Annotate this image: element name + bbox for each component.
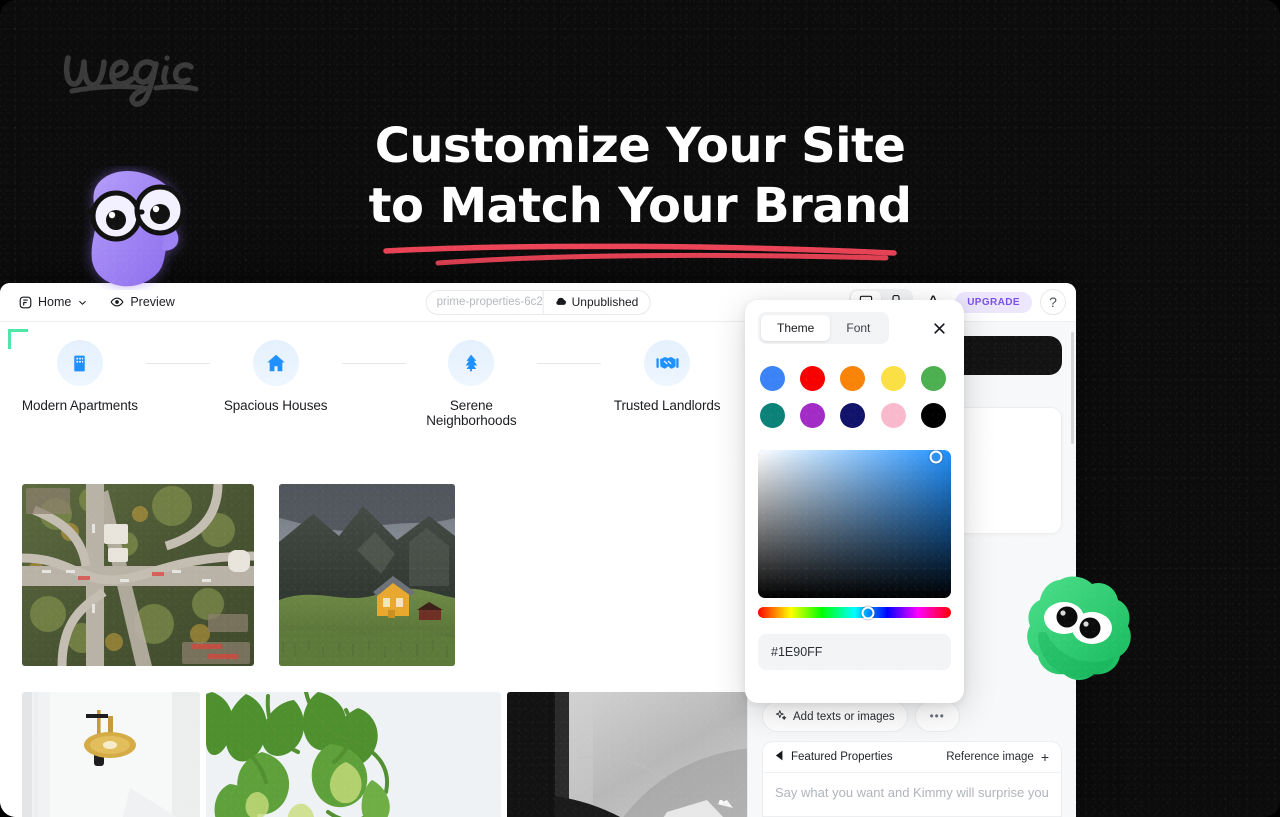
feature-label-2: Serene Neighborhoods <box>426 398 517 428</box>
selection-corner-marker <box>8 329 28 349</box>
feature-item-3[interactable]: Trusted Landlords <box>601 340 733 413</box>
feature-item-1[interactable]: Spacious Houses <box>210 340 342 413</box>
gallery-row-1 <box>0 428 747 666</box>
upgrade-button[interactable]: UPGRADE <box>955 291 1032 313</box>
publish-status-badge[interactable]: Unpublished <box>542 290 650 314</box>
eye-icon <box>110 295 124 309</box>
more-options-button[interactable]: ••• <box>914 701 960 732</box>
preview-button[interactable]: Preview <box>101 290 183 314</box>
quick-action-chips: Add texts or images ••• <box>762 701 1062 732</box>
photo-green-pothos-plant[interactable] <box>206 692 502 817</box>
promo-stage: Customize Your Site to Match Your Brand <box>0 0 1280 817</box>
close-icon[interactable] <box>927 316 951 340</box>
composer-section-label: Featured Properties <box>791 751 893 763</box>
add-reference-image-button[interactable]: + <box>1041 750 1049 764</box>
swatch-green[interactable] <box>920 366 946 391</box>
photo-yellow-house-mountains[interactable] <box>279 484 455 666</box>
preset-swatch-grid <box>758 366 951 428</box>
site-url-text[interactable]: prime-properties-6c2 <box>427 291 543 314</box>
feature-label-1: Spacious Houses <box>223 398 328 413</box>
swatch-navy[interactable] <box>840 403 866 428</box>
swatch-red[interactable] <box>800 366 826 391</box>
photo-grayscale-interior[interactable] <box>507 692 747 817</box>
add-chip-label: Add texts or images <box>793 710 895 723</box>
swatch-teal[interactable] <box>760 403 785 428</box>
photo-aerial-highway-interchange[interactable] <box>22 484 254 666</box>
feature-label-3: Trusted Landlords <box>613 398 721 413</box>
theme-color-picker: Theme Font #1E90FF <box>745 300 964 703</box>
chevron-down-icon <box>77 297 88 308</box>
building-icon <box>56 340 103 386</box>
feature-item-0[interactable]: Modern Apartments <box>14 340 146 413</box>
picker-tabs: Theme Font <box>758 312 890 344</box>
green-blob-mascot <box>1016 570 1136 690</box>
swatch-pink[interactable] <box>880 403 906 428</box>
feature-label-0: Modern Apartments <box>21 398 138 413</box>
feature-divider-0 <box>145 363 210 364</box>
back-arrow-icon[interactable] <box>775 750 784 764</box>
chat-input[interactable]: Say what you want and Kimmy will surpris… <box>763 773 1061 816</box>
purple-blob-mascot <box>74 166 196 290</box>
feature-highlights-row: Modern Apartments Spacious Houses Serene… <box>0 322 747 428</box>
composer-context-bar: Featured Properties Reference image + <box>763 742 1061 773</box>
swatch-purple[interactable] <box>800 403 826 428</box>
wegic-logo <box>48 44 208 110</box>
site-preview-canvas[interactable]: Modern Apartments Spacious Houses Serene… <box>0 322 748 817</box>
handshake-icon <box>644 340 691 386</box>
hue-slider[interactable] <box>758 606 951 619</box>
sparkle-icon <box>775 709 787 724</box>
saturation-handle[interactable] <box>929 450 943 464</box>
page-icon <box>19 296 32 309</box>
hex-input[interactable]: #1E90FF <box>758 634 951 670</box>
page-selector-home[interactable]: Home <box>10 290 97 314</box>
site-url-bar: prime-properties-6c2 Unpublished <box>425 289 651 315</box>
feature-item-2[interactable]: Serene Neighborhoods <box>406 340 538 428</box>
swatch-yellow[interactable] <box>880 366 906 391</box>
hue-handle[interactable] <box>861 606 875 619</box>
saturation-value-area[interactable] <box>758 450 951 598</box>
reference-image-label[interactable]: Reference image <box>946 751 1034 763</box>
chat-composer-area: Add texts or images ••• Featured Propert… <box>748 701 1076 817</box>
picker-header: Theme Font <box>758 312 951 344</box>
chat-scrollbar[interactable] <box>1071 332 1074 444</box>
preview-label: Preview <box>130 295 175 309</box>
value-gradient <box>758 450 951 598</box>
swatch-blue[interactable] <box>760 366 785 391</box>
publish-status-label: Unpublished <box>571 294 639 309</box>
chat-composer: Featured Properties Reference image + Sa… <box>762 741 1062 817</box>
swatch-black[interactable] <box>920 403 946 428</box>
add-texts-or-images-button[interactable]: Add texts or images <box>762 701 908 732</box>
tab-theme[interactable]: Theme <box>761 315 831 341</box>
page-selector-label: Home <box>38 295 72 309</box>
gallery-row-2 <box>0 666 747 817</box>
photo-gold-wall-sconce[interactable] <box>22 692 200 817</box>
help-button[interactable]: ? <box>1040 289 1066 315</box>
swatch-orange[interactable] <box>840 366 866 391</box>
feature-divider-1 <box>341 363 406 364</box>
tab-font[interactable]: Font <box>830 315 886 341</box>
feature-divider-2 <box>537 363 602 364</box>
cloud-icon <box>555 291 567 314</box>
headline-underline <box>380 242 900 268</box>
house-icon <box>252 340 299 386</box>
tree-icon <box>448 340 495 386</box>
